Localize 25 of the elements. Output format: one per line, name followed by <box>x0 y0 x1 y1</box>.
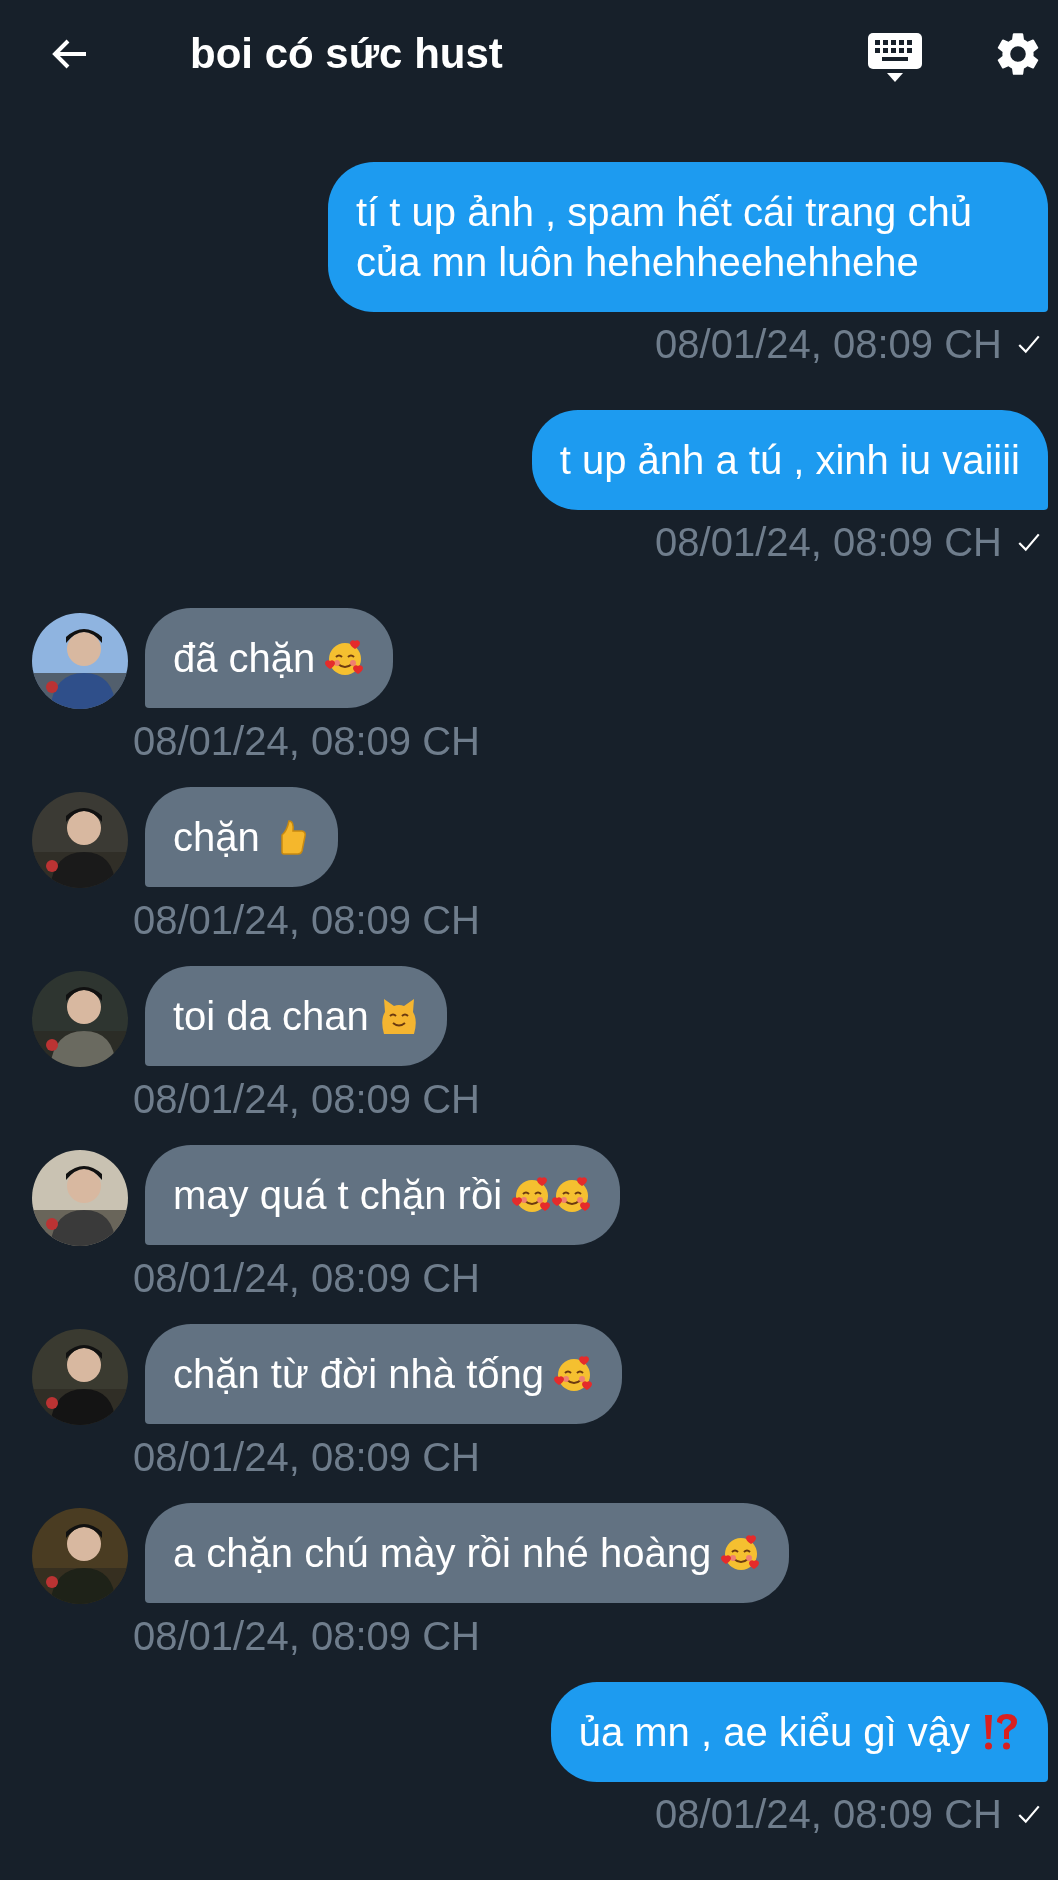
smiling-face-with-hearts-icon <box>554 1354 595 1394</box>
smiling-face-with-hearts-icon <box>552 1175 593 1215</box>
message-timestamp: 08/01/24, 08:09 CH <box>133 1614 480 1658</box>
message-timestamp: 08/01/24, 08:09 CH <box>133 1256 480 1300</box>
message-text: đã chặn <box>173 635 316 682</box>
keyboard-icon[interactable] <box>868 33 922 83</box>
message-timestamp: 08/01/24, 08:09 CH <box>655 1792 1002 1836</box>
message-text: ủa mn , ae kiểu gì vậy <box>578 1709 970 1756</box>
chat-title: boi có sức hust <box>190 30 504 78</box>
smiling-face-with-hearts-icon <box>721 1533 762 1573</box>
smiling-face-with-hearts-icon <box>512 1175 553 1215</box>
smiling-face-with-hearts-icon <box>325 638 366 678</box>
message-timestamp: 08/01/24, 08:09 CH <box>133 719 480 763</box>
message-text: tí t up ảnh , spam hết cái trang chủ của mn luôn hehehheehehhehe <box>356 189 973 286</box>
message-timestamp: 08/01/24, 08:09 CH <box>655 322 1002 366</box>
message-text: a chặn chú mày rồi nhé hoàng <box>173 1530 712 1577</box>
message-text: chặn <box>173 814 260 861</box>
message-timestamp: 08/01/24, 08:09 CH <box>133 1077 480 1121</box>
message-text: toi da chan <box>173 993 369 1040</box>
message-text: t up ảnh a tú , xinh iu vaiiii <box>559 437 1020 484</box>
message-text: may quá t chặn rồi <box>173 1172 503 1219</box>
message-timestamp: 08/01/24, 08:09 CH <box>133 898 480 942</box>
message-timestamp: 08/01/24, 08:09 CH <box>655 520 1002 564</box>
message-timestamp: 08/01/24, 08:09 CH <box>133 1435 480 1479</box>
message-text: chặn từ đời nhà tống <box>173 1351 545 1398</box>
